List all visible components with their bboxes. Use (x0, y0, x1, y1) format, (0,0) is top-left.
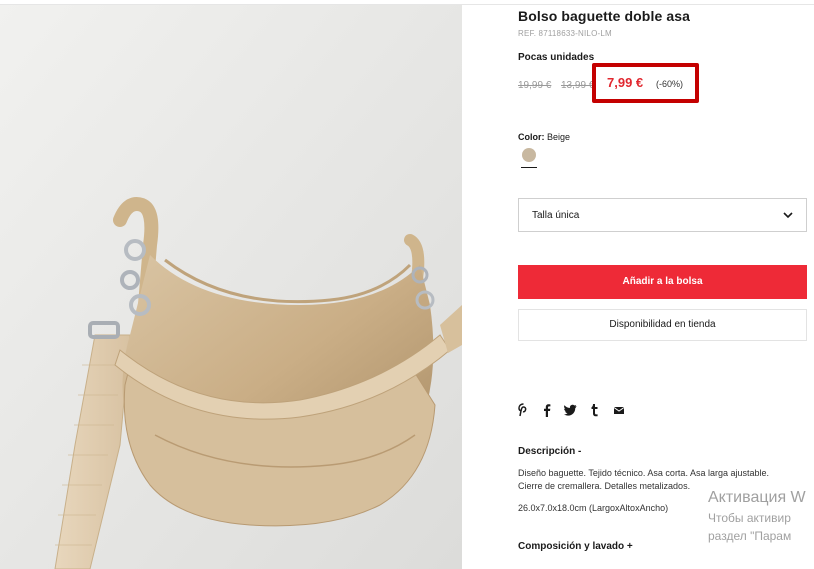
color-row: Color: Beige (518, 132, 570, 142)
add-to-bag-button[interactable]: Añadir a la bolsa (518, 265, 807, 299)
current-price-highlight: 7,99 € (-60%) (592, 63, 699, 103)
dimensions-text: 26.0x7.0x18.0cm (LargoxAltoxAncho) (518, 503, 669, 513)
watermark-line-1: Активация W (708, 489, 806, 506)
windows-activation-watermark: Активация W Чтобы активир раздел "Парам (708, 489, 814, 559)
facebook-icon[interactable] (543, 403, 551, 417)
email-icon[interactable] (613, 403, 625, 417)
size-select-value: Talla única (532, 210, 580, 221)
discount-badge: (-60%) (656, 79, 684, 89)
product-info-panel: Bolso baguette doble asa REF. 87118633-N… (518, 0, 808, 569)
swatch-selected-indicator (521, 167, 537, 168)
product-reference: REF. 87118633-NILO-LM (518, 29, 612, 38)
color-swatch-beige[interactable] (522, 148, 536, 162)
bag-illustration (0, 5, 462, 569)
description-heading[interactable]: Descripción - (518, 446, 581, 457)
product-image[interactable] (0, 5, 462, 569)
composition-heading[interactable]: Composición y lavado + (518, 541, 633, 552)
stock-status: Pocas unidades (518, 52, 595, 63)
twitter-icon[interactable] (564, 403, 577, 417)
watermark-line-3: раздел "Парам (708, 529, 792, 543)
watermark-line-2: Чтобы активир (708, 511, 791, 525)
pinterest-icon[interactable] (518, 403, 529, 417)
size-select[interactable]: Talla única (518, 198, 807, 232)
product-title: Bolso baguette doble asa (518, 8, 690, 24)
color-value: Beige (547, 132, 571, 142)
store-availability-button[interactable]: Disponibilidad en tienda (518, 309, 807, 341)
previous-price: 13,99 € (561, 80, 595, 91)
current-price: 7,99 € (607, 75, 644, 90)
original-price: 19,99 € (518, 80, 552, 91)
color-label: Color: (518, 132, 545, 142)
tumblr-icon[interactable] (590, 403, 599, 417)
chevron-down-icon (783, 212, 793, 219)
